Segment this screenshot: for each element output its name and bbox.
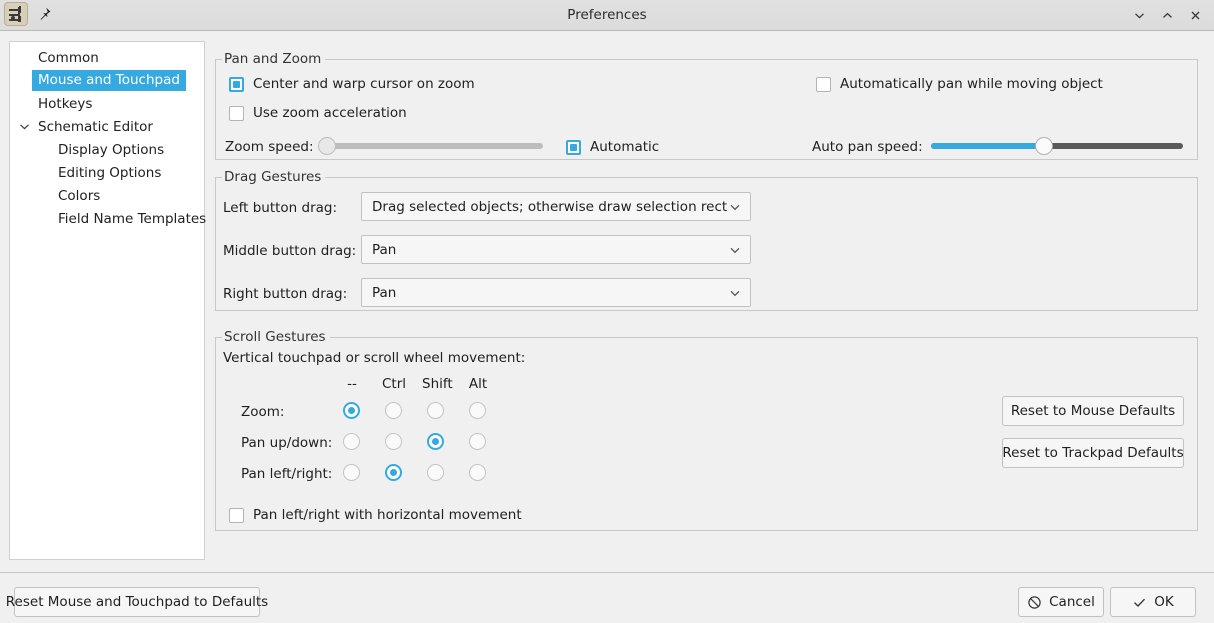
right-button-drag-label: Right button drag: (223, 286, 347, 302)
sidebar-item-editing-options[interactable]: Editing Options (10, 161, 204, 184)
preferences-content: Pan and Zoom Center and warp cursor on z… (215, 41, 1205, 560)
combo-value: Pan (372, 285, 728, 301)
left-button-drag-combo[interactable]: Drag selected objects; otherwise draw se… (361, 192, 751, 221)
reset-to-trackpad-defaults-button[interactable]: Reset to Trackpad Defaults (1002, 438, 1184, 468)
slider-track (318, 143, 543, 149)
pan-and-zoom-title: Pan and Zoom (222, 51, 325, 67)
use-zoom-acceleration-checkbox[interactable]: Use zoom acceleration (229, 105, 407, 121)
combo-value: Pan (372, 242, 728, 258)
pan-and-zoom-group: Pan and Zoom Center and warp cursor on z… (215, 59, 1198, 160)
scroll-gestures-title: Scroll Gestures (222, 329, 330, 345)
sidebar-item-colors[interactable]: Colors (10, 184, 204, 207)
reset-mouse-and-touchpad-to-defaults-button[interactable]: Reset Mouse and Touchpad to Defaults (14, 587, 260, 617)
left-button-drag-label: Left button drag: (223, 200, 337, 216)
sidebar-item-label: Colors (58, 188, 100, 204)
preferences-sidebar: Common Mouse and Touchpad Hotkeys Schema… (9, 41, 205, 560)
sidebar-item-label: Editing Options (58, 165, 161, 181)
checkbox-label: Center and warp cursor on zoom (253, 76, 475, 92)
row-label-pan-up-down: Pan up/down: (241, 435, 332, 451)
slider-fill (931, 143, 1044, 149)
column-header-none: -- (338, 376, 366, 392)
cancel-button[interactable]: Cancel (1018, 587, 1104, 617)
column-header-ctrl: Ctrl (380, 376, 408, 392)
prohibition-icon (1027, 595, 1042, 610)
sidebar-item-field-name-templates[interactable]: Field Name Templates (10, 207, 204, 230)
checkbox-label: Pan left/right with horizontal movement (253, 507, 522, 523)
sidebar-item-label: Display Options (58, 142, 164, 158)
drag-gestures-group: Drag Gestures Left button drag: Drag sel… (215, 177, 1198, 311)
sidebar-item-common[interactable]: Common (10, 46, 204, 69)
radio-pan-up-down-shift[interactable] (427, 433, 444, 450)
automatic-zoom-speed-checkbox[interactable]: Automatic (566, 139, 659, 155)
zoom-speed-slider[interactable] (318, 136, 543, 156)
row-label-zoom: Zoom: (241, 404, 284, 420)
chevron-down-icon (728, 200, 742, 214)
checkbox-box (229, 77, 244, 92)
scroll-gestures-group: Scroll Gestures Vertical touchpad or scr… (215, 337, 1198, 531)
checkbox-box (229, 508, 244, 523)
dialog-footer: Reset Mouse and Touchpad to Defaults Can… (0, 573, 1214, 623)
window-title: Preferences (0, 0, 1214, 30)
radio-zoom-none[interactable] (343, 402, 360, 419)
auto-pan-speed-label: Auto pan speed: (812, 139, 923, 155)
zoom-speed-label: Zoom speed: (225, 139, 314, 155)
radio-zoom-ctrl[interactable] (385, 402, 402, 419)
chevron-down-icon (728, 286, 742, 300)
slider-handle[interactable] (1035, 137, 1053, 155)
maximize-button[interactable] (1154, 2, 1180, 28)
sidebar-item-mouse-and-touchpad[interactable]: Mouse and Touchpad (10, 69, 204, 92)
check-icon (1132, 595, 1147, 610)
sidebar-item-label: Hotkeys (38, 96, 92, 112)
combo-value: Drag selected objects; otherwise draw se… (372, 199, 728, 215)
radio-pan-left-right-ctrl[interactable] (385, 464, 402, 481)
checkbox-box (566, 140, 581, 155)
scroll-gestures-subtitle: Vertical touchpad or scroll wheel moveme… (223, 350, 525, 366)
sidebar-item-label: Common (38, 50, 99, 66)
ok-button[interactable]: OK (1110, 587, 1196, 617)
radio-pan-up-down-ctrl[interactable] (385, 433, 402, 450)
drag-gestures-title: Drag Gestures (222, 169, 325, 185)
radio-pan-up-down-alt[interactable] (469, 433, 486, 450)
radio-pan-left-right-none[interactable] (343, 464, 360, 481)
middle-button-drag-label: Middle button drag: (223, 243, 356, 259)
checkbox-box (816, 77, 831, 92)
ok-button-label: OK (1154, 594, 1173, 610)
chevron-down-icon[interactable] (10, 120, 38, 133)
sidebar-item-label: Schematic Editor (38, 119, 153, 135)
center-and-warp-cursor-checkbox[interactable]: Center and warp cursor on zoom (229, 76, 475, 92)
checkbox-box (229, 106, 244, 121)
title-bar: Preferences (0, 0, 1214, 31)
pan-horizontal-movement-checkbox[interactable]: Pan left/right with horizontal movement (229, 507, 522, 523)
window-controls (1126, 0, 1208, 30)
sidebar-item-hotkeys[interactable]: Hotkeys (10, 92, 204, 115)
column-header-alt: Alt (464, 376, 492, 392)
slider-handle[interactable] (318, 137, 336, 155)
checkbox-label: Automatic (590, 139, 659, 155)
row-label-pan-left-right: Pan left/right: (241, 466, 332, 482)
column-header-shift: Shift (422, 376, 450, 392)
checkbox-label: Automatically pan while moving object (840, 76, 1103, 92)
cancel-button-label: Cancel (1049, 594, 1095, 610)
minimize-button[interactable] (1126, 2, 1152, 28)
sidebar-item-schematic-editor[interactable]: Schematic Editor (10, 115, 204, 138)
checkbox-label: Use zoom acceleration (253, 105, 407, 121)
radio-zoom-alt[interactable] (469, 402, 486, 419)
automatically-pan-checkbox[interactable]: Automatically pan while moving object (816, 76, 1103, 92)
radio-pan-up-down-none[interactable] (343, 433, 360, 450)
sidebar-item-label: Mouse and Touchpad (32, 70, 186, 91)
middle-button-drag-combo[interactable]: Pan (361, 235, 751, 264)
radio-pan-left-right-alt[interactable] (469, 464, 486, 481)
radio-zoom-shift[interactable] (427, 402, 444, 419)
radio-pan-left-right-shift[interactable] (427, 464, 444, 481)
right-button-drag-combo[interactable]: Pan (361, 278, 751, 307)
reset-to-mouse-defaults-button[interactable]: Reset to Mouse Defaults (1002, 396, 1184, 426)
chevron-down-icon (728, 243, 742, 257)
auto-pan-speed-slider[interactable] (931, 136, 1183, 156)
close-button[interactable] (1182, 2, 1208, 28)
sidebar-item-label: Field Name Templates (58, 211, 206, 227)
sidebar-item-display-options[interactable]: Display Options (10, 138, 204, 161)
